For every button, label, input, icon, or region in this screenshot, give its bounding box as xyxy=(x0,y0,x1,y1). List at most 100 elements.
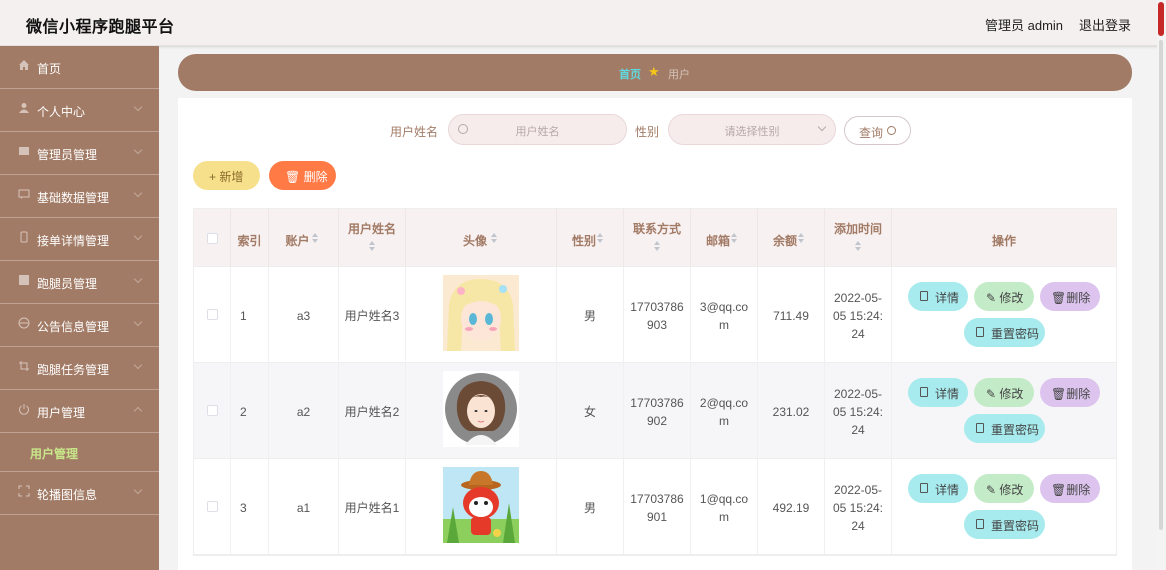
logout-button[interactable]: 退出登录 xyxy=(1079,15,1131,34)
gender-select[interactable]: 请选择性别 xyxy=(668,114,836,145)
avatar-image xyxy=(443,275,519,351)
sort-desc-icon[interactable] xyxy=(597,239,603,243)
index-cell: 2 xyxy=(231,363,269,459)
contact-cell: 17703786 901 xyxy=(624,459,691,555)
select-all-checkbox[interactable] xyxy=(207,233,218,244)
sidebar-item-users[interactable]: 用户管理 xyxy=(0,390,159,433)
header-operations: 操作 xyxy=(892,209,1116,267)
name-cell: 用户姓名1 xyxy=(339,459,406,555)
reset-password-button[interactable]: 重置密码 xyxy=(964,318,1045,347)
phone-line-2: 902 xyxy=(646,414,668,428)
name-search-input[interactable]: 用户姓名 xyxy=(448,114,627,145)
detail-button[interactable]: 详情 xyxy=(908,282,968,311)
sidebar-item-home[interactable]: 首页 xyxy=(0,46,159,89)
star-icon: ★ xyxy=(648,64,660,79)
header-avatar[interactable]: 头像 xyxy=(406,209,557,267)
avatar-image xyxy=(443,371,519,447)
sort-asc-icon[interactable] xyxy=(855,241,861,245)
row-checkbox[interactable] xyxy=(207,501,218,512)
detail-button[interactable]: 详情 xyxy=(908,474,968,503)
query-button[interactable]: 查询 xyxy=(844,116,911,145)
sidebar-item-announcements[interactable]: 公告信息管理 xyxy=(0,304,159,347)
header-account[interactable]: 账户 xyxy=(269,209,339,267)
edit-button[interactable]: ✎ 修改 xyxy=(974,378,1034,407)
sidebar-item-tasks[interactable]: 跑腿任务管理 xyxy=(0,347,159,390)
sort-asc-icon[interactable] xyxy=(369,241,375,245)
email-line-2: m xyxy=(719,414,729,428)
chevron-down-icon xyxy=(133,360,143,370)
add-button[interactable]: + 新增 xyxy=(193,161,260,190)
reset-password-button[interactable]: 重置密码 xyxy=(964,414,1045,443)
sidebar-item-runners[interactable]: 跑腿员管理 xyxy=(0,261,159,304)
scrollbar-thumb[interactable] xyxy=(1158,2,1164,36)
sidebar-item-label: 公告信息管理 xyxy=(37,320,110,334)
row-delete-button[interactable]: 🗑删除 xyxy=(1040,474,1100,503)
pencil-icon: ✎ xyxy=(986,387,997,401)
header-balance[interactable]: 余额 xyxy=(758,209,825,267)
sort-asc-icon[interactable] xyxy=(654,241,660,245)
sort-desc-icon[interactable] xyxy=(491,239,497,243)
header-name-label: 用户姓名 xyxy=(347,222,396,236)
header-gender[interactable]: 性别 xyxy=(557,209,624,267)
row-delete-button[interactable]: 🗑删除 xyxy=(1040,378,1100,407)
document-icon xyxy=(920,387,928,397)
sort-asc-icon[interactable] xyxy=(731,233,737,237)
sort-desc-icon[interactable] xyxy=(312,239,318,243)
home-icon xyxy=(19,60,29,70)
account-value: a1 xyxy=(296,501,311,515)
sidebar-item-label: 用户管理 xyxy=(37,406,86,420)
edit-button[interactable]: ✎ 修改 xyxy=(974,474,1034,503)
vertical-scrollbar[interactable] xyxy=(1157,0,1166,570)
table-row: 1 a3 用户姓名3 男 17703786 903 3@qq.co m 711.… xyxy=(194,267,1116,363)
balance-cell: 711.49 xyxy=(758,267,825,363)
crop-icon xyxy=(19,361,29,371)
sort-desc-icon[interactable] xyxy=(798,239,804,243)
sidebar-item-profile[interactable]: 个人中心 xyxy=(0,89,159,132)
edit-button[interactable]: ✎ 修改 xyxy=(974,282,1034,311)
gender-value: 女 xyxy=(583,405,596,419)
header-contact[interactable]: 联系方式 xyxy=(624,209,691,267)
batch-delete-button[interactable]: 🗑 删除 xyxy=(269,161,336,190)
sort-desc-icon[interactable] xyxy=(369,247,375,251)
edit-label: ✎ 修改 xyxy=(986,481,1023,498)
sort-desc-icon[interactable] xyxy=(855,247,861,251)
row-checkbox[interactable] xyxy=(207,405,218,416)
row-delete-button[interactable]: 🗑删除 xyxy=(1040,282,1100,311)
detail-label: 详情 xyxy=(935,387,960,401)
account-cell: a3 xyxy=(269,267,339,363)
time-line-3: 24 xyxy=(851,423,865,437)
query-button-label: 查询 xyxy=(859,126,884,140)
sidebar-subitem-label: 用户管理 xyxy=(30,447,79,461)
main-panel: 用户姓名 用户姓名 性别 请选择性别 查询 + 新增 🗑 删除 索引 账户 用户… xyxy=(178,98,1132,570)
breadcrumb-home-link[interactable]: 首页 xyxy=(619,66,641,82)
sort-asc-icon[interactable] xyxy=(491,233,497,237)
sidebar-item-base-data[interactable]: 基础数据管理 xyxy=(0,175,159,218)
detail-button[interactable]: 详情 xyxy=(908,378,968,407)
name-value: 用户姓名1 xyxy=(344,501,400,515)
gender-cell: 男 xyxy=(557,267,624,363)
header-added-time[interactable]: 添加时间 xyxy=(825,209,892,267)
select-cell xyxy=(194,459,231,555)
chevron-down-icon xyxy=(133,485,143,495)
header-email[interactable]: 邮箱 xyxy=(691,209,758,267)
balance-value: 231.02 xyxy=(772,405,810,419)
sort-asc-icon[interactable] xyxy=(312,233,318,237)
contact-cell: 17703786 902 xyxy=(624,363,691,459)
sidebar-item-admins[interactable]: 管理员管理 xyxy=(0,132,159,175)
delete-label-text: 删除 xyxy=(303,170,328,184)
sort-desc-icon[interactable] xyxy=(731,239,737,243)
sort-asc-icon[interactable] xyxy=(597,233,603,237)
header-contact-label: 联系方式 xyxy=(632,222,681,236)
row-checkbox[interactable] xyxy=(207,309,218,320)
sort-desc-icon[interactable] xyxy=(654,247,660,251)
header-name[interactable]: 用户姓名 xyxy=(339,209,406,267)
added-time-cell: 2022-05- 05 15:24: 24 xyxy=(825,459,892,555)
sort-asc-icon[interactable] xyxy=(798,233,804,237)
reset-password-button[interactable]: 重置密码 xyxy=(964,510,1045,539)
sidebar-item-order-details[interactable]: 接单详情管理 xyxy=(0,218,159,261)
scrollbar-track[interactable] xyxy=(1159,40,1163,530)
sidebar-item-carousel[interactable]: 轮播图信息 xyxy=(0,472,159,515)
contact-cell: 17703786 903 xyxy=(624,267,691,363)
sidebar-subitem-user-management[interactable]: 用户管理 xyxy=(0,435,159,472)
phone-line-1: 17703786 xyxy=(630,396,684,410)
